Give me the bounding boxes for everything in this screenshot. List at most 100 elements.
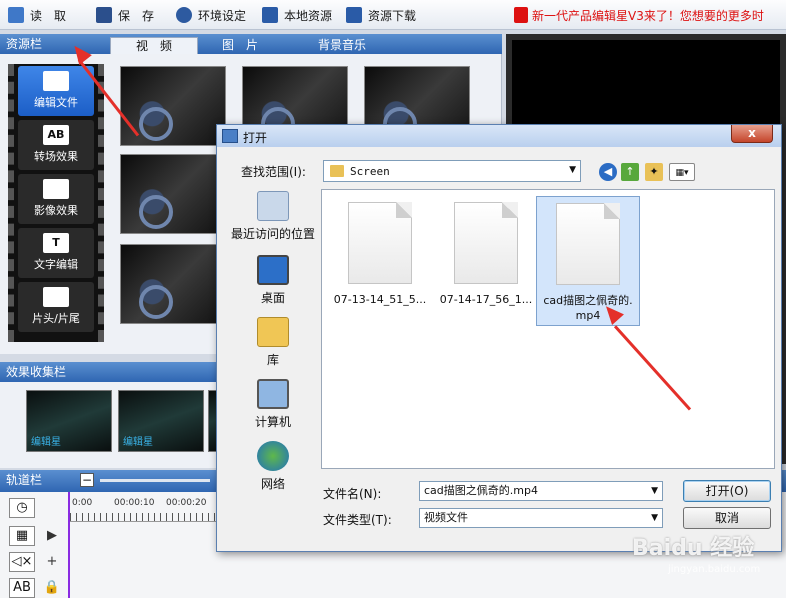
resource-download-button[interactable]: 资源下载 (346, 6, 416, 24)
mode-label: 转场效果 (34, 150, 78, 163)
file-list[interactable]: 07-13-14_51_5... 07-14-17_56_1... cad描图之… (321, 189, 775, 469)
ab-track-icon: AB (9, 578, 35, 598)
lookin-dropdown[interactable]: Screen ▼ (323, 160, 581, 182)
effect-thumbnail-label: 编辑星 (31, 437, 61, 448)
lookin-label: 查找范围(I): (241, 165, 306, 179)
place-label: 网络 (260, 477, 285, 491)
lock-icon[interactable]: 🔒 (42, 578, 62, 598)
baidu-watermark-url: jingyan.baidu.com (668, 564, 761, 575)
effects-panel-title: 效果收集栏 (6, 365, 67, 379)
ab-icon: AB (43, 125, 69, 145)
folder-icon (330, 165, 344, 177)
dialog-titlebar[interactable]: 打开 x (217, 125, 781, 147)
zoom-slider[interactable] (100, 479, 210, 482)
local-resources-label: 本地资源 (284, 8, 333, 23)
zoom-out-button[interactable]: − (80, 473, 94, 487)
resource-download-label: 资源下载 (368, 8, 417, 23)
file-name: 07-14-17_56_1... (439, 293, 533, 306)
text-icon: T (43, 233, 69, 253)
film-icon (43, 71, 69, 91)
file-name: 07-13-14_51_5... (333, 293, 427, 306)
filename-label: 文件名(N): (323, 487, 382, 501)
dialog-app-icon (222, 129, 238, 143)
download-icon (346, 7, 362, 23)
mode-intro-outro[interactable]: 片头/片尾 (18, 282, 94, 332)
save-project-button[interactable]: 保 存 (96, 6, 154, 24)
place-label: 库 (266, 353, 279, 367)
place-label: 桌面 (260, 291, 285, 305)
mode-label: 片头/片尾 (32, 312, 80, 325)
close-button[interactable]: x (731, 125, 773, 143)
chevron-down-icon: ▼ (651, 513, 658, 523)
dialog-title: 打开 (243, 131, 268, 145)
play-button[interactable]: ▶ (42, 526, 62, 546)
file-item[interactable]: 07-13-14_51_5... (328, 196, 432, 326)
new-folder-icon[interactable]: ✦ (645, 163, 663, 181)
effect-icon (43, 179, 69, 199)
document-icon (556, 203, 620, 285)
save-project-label: 保 存 (118, 8, 155, 23)
mode-label: 编辑文件 (34, 96, 78, 109)
track-panel-title: 轨道栏 (6, 473, 43, 487)
file-item-selected[interactable]: cad描图之佩奇的.mp4 (536, 196, 640, 326)
open-button[interactable]: 打开(O) (683, 480, 771, 502)
up-folder-icon[interactable]: ↑ (621, 163, 639, 181)
back-icon[interactable]: ◀ (599, 163, 617, 181)
place-label: 最近访问的位置 (230, 227, 315, 241)
places-bar: 最近访问的位置 桌面 库 计算机 网络 (227, 191, 319, 491)
file-item[interactable]: 07-14-17_56_1... (434, 196, 538, 326)
baidu-watermark: Baidu 经验 (632, 536, 755, 561)
ruler-tick-label: 00:00:20 (166, 498, 207, 508)
tab-video[interactable]: 视 频 (110, 37, 198, 55)
mode-image-effects[interactable]: 影像效果 (18, 174, 94, 224)
chevron-down-icon: ▼ (569, 165, 576, 175)
cancel-button[interactable]: 取消 (683, 507, 771, 529)
mode-text-edit[interactable]: T 文字编辑 (18, 228, 94, 278)
ruler-tick-label: 0:00 (72, 498, 93, 508)
filetype-value: 视频文件 (424, 511, 468, 524)
view-menu-icon[interactable]: ▦▾ (669, 163, 695, 181)
local-resources-button[interactable]: 本地资源 (262, 6, 332, 24)
filename-value: cad描图之佩奇的.mp4 (424, 484, 538, 497)
tab-images[interactable]: 图 片 (196, 37, 284, 55)
folder-open-icon (8, 7, 24, 23)
place-network[interactable]: 网络 (227, 441, 319, 492)
effect-thumbnail[interactable]: 编辑星 (26, 390, 112, 452)
file-name: cad描图之佩奇的.mp4 (543, 294, 633, 322)
open-project-label: 读 取 (30, 8, 67, 23)
add-track-button[interactable]: + (42, 552, 62, 572)
audio-mute-icon: ◁× (9, 552, 35, 572)
mode-edit-file[interactable]: 编辑文件 (18, 66, 94, 116)
filetype-dropdown[interactable]: 视频文件 ▼ (419, 508, 663, 528)
filename-field[interactable]: cad描图之佩奇的.mp4 ▼ (419, 481, 663, 501)
tab-music[interactable]: 背景音乐 (298, 37, 386, 55)
promo-marquee[interactable]: 新一代产品编辑星V3来了！您想要的更多时 (532, 7, 764, 24)
gear-icon (176, 7, 192, 23)
mode-label: 文字编辑 (34, 258, 78, 271)
place-recent[interactable]: 最近访问的位置 (227, 191, 319, 242)
place-label: 计算机 (254, 415, 291, 429)
effect-thumbnail-label: 编辑星 (123, 437, 153, 448)
clock-icon: ◷ (9, 498, 35, 518)
place-computer[interactable]: 计算机 (227, 379, 319, 430)
desktop-icon (257, 255, 289, 285)
video-thumbnail[interactable] (120, 154, 226, 234)
ruler-ticks (70, 513, 216, 521)
ruler-tick-label: 00:00:10 (114, 498, 155, 508)
clip-icon (43, 287, 69, 307)
recent-places-icon (257, 191, 289, 221)
timeline-ruler[interactable]: 0:00 00:00:10 00:00:20 (70, 498, 216, 522)
mode-transitions[interactable]: AB 转场效果 (18, 120, 94, 170)
video-thumbnail[interactable] (120, 244, 226, 324)
open-project-button[interactable]: 读 取 (8, 6, 66, 24)
effect-thumbnail[interactable]: 编辑星 (118, 390, 204, 452)
chevron-down-icon: ▼ (651, 486, 658, 496)
resource-panel-title: 资源栏 (6, 37, 43, 51)
speaker-icon (514, 7, 528, 23)
mode-filmstrip: 编辑文件 AB 转场效果 影像效果 T 文字编辑 片头/片尾 (8, 64, 104, 342)
place-libraries[interactable]: 库 (227, 317, 319, 368)
document-icon (454, 202, 518, 284)
place-desktop[interactable]: 桌面 (227, 255, 319, 306)
computer-icon (257, 379, 289, 409)
settings-button[interactable]: 环境设定 (176, 6, 246, 24)
